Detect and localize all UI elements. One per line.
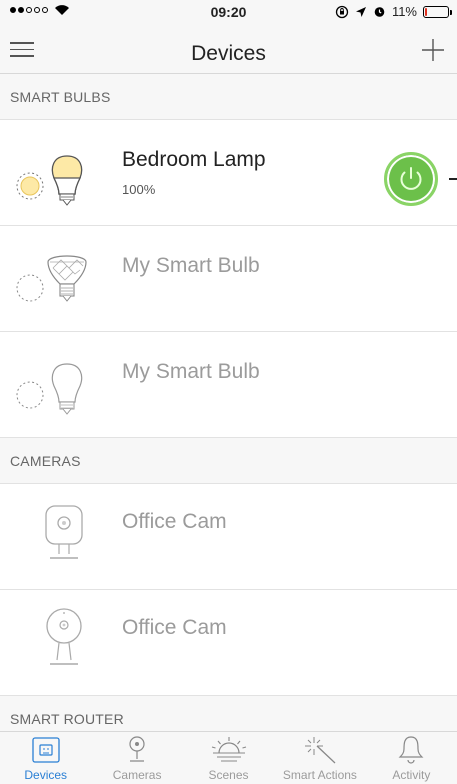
device-name: Office Cam	[122, 616, 227, 639]
status-bar: 09:20 11%	[0, 0, 457, 22]
device-brightness: 100%	[122, 182, 156, 197]
battery-fill	[425, 7, 427, 16]
device-row-my-smart-bulb[interactable]: My Smart Bulb	[0, 332, 457, 438]
row-edge-indicator	[449, 178, 457, 180]
section-title: SMART ROUTER	[10, 711, 124, 727]
sunrise-icon	[211, 737, 246, 762]
devices-icon	[32, 737, 60, 763]
battery-icon	[423, 5, 452, 18]
nav-bar: Devices	[0, 22, 457, 74]
device-row-office-cam[interactable]: Office Cam	[0, 484, 457, 590]
tab-scenes[interactable]: Scenes	[183, 732, 274, 784]
section-header-smart-bulbs: SMART BULBS	[0, 74, 457, 120]
device-name: My Smart Bulb	[122, 254, 260, 277]
tab-label: Devices	[24, 768, 68, 782]
add-device-icon[interactable]	[421, 38, 445, 62]
section-header-cameras: CAMERAS	[0, 438, 457, 484]
tab-devices[interactable]: Devices	[0, 732, 91, 784]
camera-icon	[45, 505, 83, 559]
tab-label: Cameras	[112, 768, 162, 782]
tab-smart-actions[interactable]: Smart Actions	[274, 732, 365, 784]
tab-label: Smart Actions	[282, 768, 357, 782]
tab-activity[interactable]: Activity	[366, 732, 457, 784]
tab-label: Activity	[392, 768, 431, 782]
camera-tab-icon	[129, 736, 145, 762]
alarm-icon	[374, 7, 385, 17]
section-title: SMART BULBS	[10, 89, 111, 105]
device-row-office-cam-2[interactable]: Office Cam	[0, 590, 457, 696]
status-right: 11%	[335, 4, 452, 19]
magic-wand-icon	[304, 737, 336, 764]
device-name: My Smart Bulb	[122, 360, 260, 383]
power-toggle-button[interactable]	[384, 152, 438, 206]
device-row-my-smart-bulb-flood[interactable]: My Smart Bulb	[0, 226, 457, 332]
bell-icon	[398, 736, 424, 764]
bulb-icon	[16, 363, 83, 415]
orientation-lock-icon	[335, 5, 349, 18]
power-icon	[400, 167, 422, 190]
flood-bulb-icon	[16, 255, 87, 302]
tab-label: Scenes	[208, 768, 249, 782]
device-name: Bedroom Lamp	[122, 148, 266, 171]
device-row-bedroom-lamp[interactable]: Bedroom Lamp 100%	[0, 120, 457, 226]
section-title: CAMERAS	[10, 453, 81, 469]
location-arrow-icon	[355, 6, 366, 17]
bulb-icon	[16, 155, 83, 206]
battery-percent: 11%	[391, 4, 417, 19]
device-name: Office Cam	[122, 510, 227, 533]
round-camera-icon	[46, 608, 82, 665]
tab-cameras[interactable]: Cameras	[91, 732, 182, 784]
page-title: Devices	[191, 42, 266, 65]
tab-bar: Devices Cameras Scenes Smart Actions Act…	[0, 731, 457, 784]
